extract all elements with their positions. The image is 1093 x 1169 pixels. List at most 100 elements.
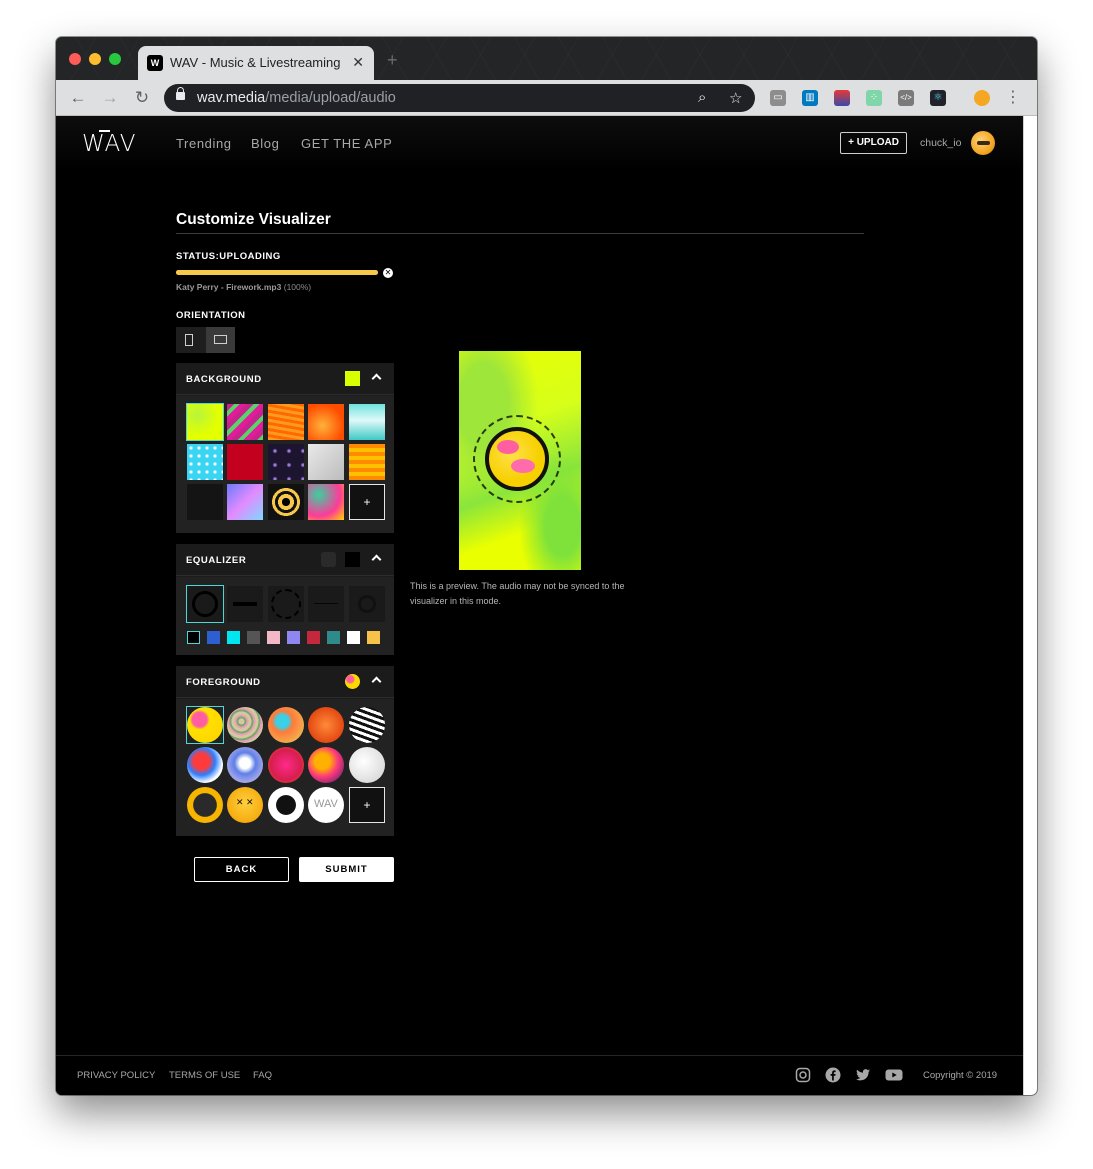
foreground-option[interactable]	[268, 707, 304, 743]
foreground-option[interactable]	[349, 747, 385, 783]
user-avatar[interactable]	[971, 131, 995, 155]
foreground-option[interactable]	[349, 707, 385, 743]
equalizer-color-pink[interactable]	[267, 631, 280, 644]
foreground-option[interactable]	[308, 747, 344, 783]
tab-close-icon[interactable]: ✕	[352, 54, 364, 71]
react-devtools-icon[interactable]: ⚛	[930, 90, 946, 106]
background-option[interactable]	[268, 404, 304, 440]
background-option[interactable]	[308, 444, 344, 480]
background-option[interactable]	[187, 444, 223, 480]
instagram-icon[interactable]	[795, 1067, 811, 1083]
equalizer-spiky-circle-option[interactable]	[268, 586, 304, 622]
username[interactable]: chuck_io	[920, 137, 961, 149]
reload-icon[interactable]: ↻	[130, 86, 154, 110]
trello-extension-icon[interactable]: ▥	[802, 90, 818, 106]
browser-menu-icon[interactable]: ⋮	[1005, 87, 1021, 107]
upload-progress-bar	[176, 270, 378, 275]
equalizer-circle-option[interactable]	[186, 585, 224, 623]
equalizer-color-red[interactable]	[307, 631, 320, 644]
foreground-panel: FOREGROUND ✕ ✕ WAV +	[176, 666, 394, 836]
minimize-window-button[interactable]	[89, 53, 101, 65]
page-content: WAV Trending Blog GET THE APP + UPLOAD c…	[56, 116, 1023, 1095]
background-option[interactable]	[227, 484, 263, 520]
background-option[interactable]	[268, 444, 304, 480]
skull-icon[interactable]	[268, 787, 304, 823]
add-background-button[interactable]: +	[349, 484, 385, 520]
background-option[interactable]	[349, 444, 385, 480]
smiley-face-icon[interactable]: ✕ ✕	[227, 787, 263, 823]
page-scrollbar[interactable]	[1023, 116, 1037, 1095]
background-title: BACKGROUND	[186, 374, 262, 385]
equalizer-color-gold[interactable]	[367, 631, 380, 644]
nav-trending[interactable]: Trending	[176, 136, 232, 151]
foreground-option[interactable]	[227, 707, 263, 743]
chevron-up-icon[interactable]	[371, 553, 381, 563]
nav-get-the-app[interactable]: GET THE APP	[301, 136, 392, 151]
equalizer-disc-option[interactable]	[349, 586, 385, 622]
new-tab-icon[interactable]: +	[387, 50, 398, 71]
cast-extension-icon[interactable]: ▭	[770, 90, 786, 106]
back-arrow-icon[interactable]: ←	[66, 86, 90, 110]
twitter-icon[interactable]	[855, 1067, 871, 1083]
background-option[interactable]	[349, 404, 385, 440]
chevron-up-icon[interactable]	[371, 372, 381, 382]
equalizer-line-option[interactable]	[308, 586, 344, 622]
equalizer-color-cyan[interactable]	[227, 631, 240, 644]
bookmark-star-icon[interactable]: ☆	[729, 89, 742, 107]
footer-privacy-policy[interactable]: PRIVACY POLICY	[77, 1070, 155, 1081]
footer-terms-of-use[interactable]: TERMS OF USE	[169, 1070, 240, 1081]
background-option[interactable]	[308, 484, 344, 520]
nav-blog[interactable]: Blog	[251, 136, 279, 151]
background-option[interactable]	[227, 404, 263, 440]
background-option[interactable]	[186, 403, 224, 441]
maximize-window-button[interactable]	[109, 53, 121, 65]
back-button[interactable]: BACK	[194, 857, 289, 882]
equalizer-color-teal[interactable]	[327, 631, 340, 644]
landscape-orientation-button[interactable]	[206, 327, 235, 353]
foreground-option[interactable]	[268, 747, 304, 783]
foreground-option[interactable]	[227, 747, 263, 783]
color-extension-icon[interactable]	[834, 90, 850, 106]
add-foreground-button[interactable]: +	[349, 787, 385, 823]
browser-tab[interactable]: W WAV - Music & Livestreaming ✕	[138, 46, 374, 80]
foreground-panel-header[interactable]: FOREGROUND	[176, 666, 394, 698]
upload-button[interactable]: + UPLOAD	[840, 132, 907, 154]
equalizer-color-gray[interactable]	[247, 631, 260, 644]
background-option[interactable]	[187, 484, 223, 520]
close-window-button[interactable]	[69, 53, 81, 65]
orientation-label: ORIENTATION	[176, 310, 246, 321]
equalizer-color-lavender[interactable]	[287, 631, 300, 644]
submit-button[interactable]: SUBMIT	[299, 857, 394, 882]
equalizer-panel-header[interactable]: EQUALIZER	[176, 544, 394, 576]
code-extension-icon[interactable]: </>	[898, 90, 914, 106]
footer-faq[interactable]: FAQ	[253, 1070, 272, 1081]
background-panel-header[interactable]: BACKGROUND	[176, 363, 394, 395]
zoom-icon[interactable]: ⌕	[698, 89, 706, 106]
preview-note: This is a preview. The audio may not be …	[410, 581, 625, 606]
equalizer-options	[176, 577, 394, 655]
foreground-option[interactable]	[187, 747, 223, 783]
forward-arrow-icon[interactable]: →	[98, 86, 122, 110]
portrait-orientation-button[interactable]	[176, 327, 205, 353]
facebook-icon[interactable]	[825, 1067, 841, 1083]
background-selected-color	[345, 371, 360, 386]
equalizer-color-white[interactable]	[347, 631, 360, 644]
background-option[interactable]	[268, 484, 304, 520]
profile-avatar-icon[interactable]	[974, 90, 990, 106]
wav-logo[interactable]: WAV	[82, 130, 136, 157]
dots-extension-icon[interactable]: ⁘	[866, 90, 882, 106]
foreground-option[interactable]	[187, 787, 223, 823]
background-option[interactable]	[227, 444, 263, 480]
foreground-option[interactable]	[308, 707, 344, 743]
youtube-icon[interactable]	[885, 1067, 903, 1083]
address-bar[interactable]: wav.media/media/upload/audio ⌕ ☆	[164, 84, 755, 112]
background-option[interactable]	[308, 404, 344, 440]
equalizer-color-black[interactable]	[187, 631, 200, 644]
chevron-up-icon[interactable]	[371, 675, 381, 685]
foreground-option-selected[interactable]	[186, 706, 224, 744]
wav-logo-option[interactable]: WAV	[308, 787, 344, 823]
lock-icon	[176, 87, 185, 100]
equalizer-color-blue[interactable]	[207, 631, 220, 644]
cancel-upload-icon[interactable]: ✕	[383, 268, 393, 278]
equalizer-wave-option[interactable]	[227, 586, 263, 622]
